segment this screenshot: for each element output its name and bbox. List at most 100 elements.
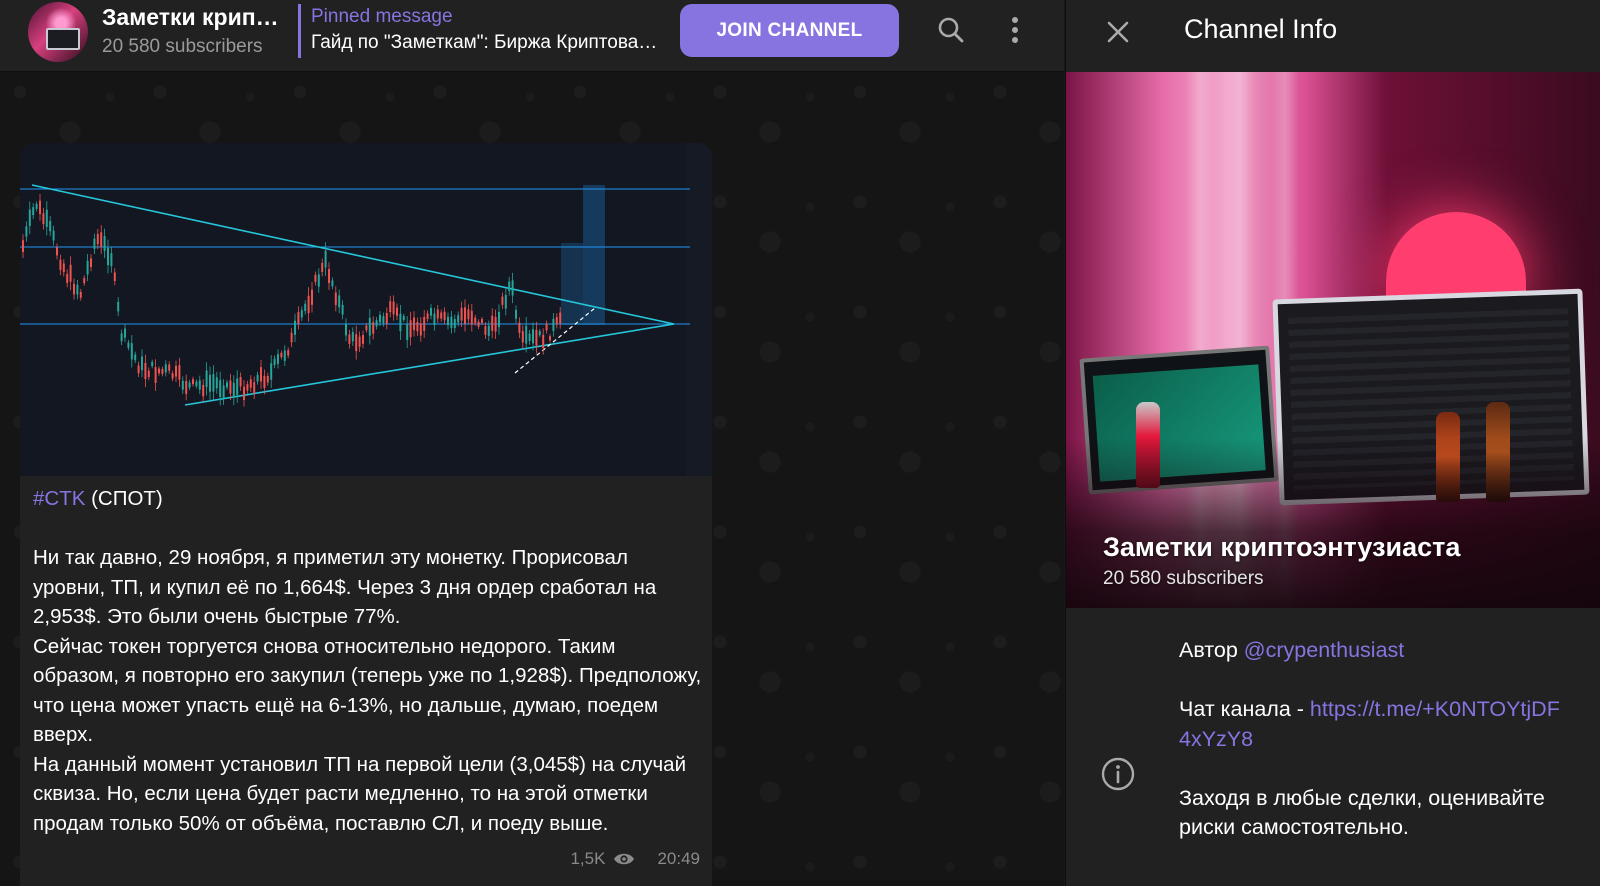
close-info-button[interactable] xyxy=(1098,12,1138,52)
more-vertical-icon xyxy=(1012,17,1018,43)
chart-candle-body xyxy=(555,317,558,325)
chart-candle-body xyxy=(467,309,470,320)
chart-candle-body xyxy=(93,238,96,249)
chart-candle-body xyxy=(229,380,232,394)
more-button[interactable] xyxy=(995,10,1035,50)
chart-candle-body xyxy=(518,322,521,333)
chart-candle-body xyxy=(185,380,188,394)
close-icon xyxy=(1107,21,1129,43)
chart-candle-body xyxy=(178,365,181,380)
chart-candle-body xyxy=(341,305,344,315)
post-paragraph-3: На данный момент установил ТП на первой … xyxy=(33,752,687,835)
chart-candle-body xyxy=(110,253,113,267)
info-header: Channel Info xyxy=(1066,0,1600,72)
chart-candle-body xyxy=(73,283,75,295)
chart-candle-body xyxy=(474,317,477,324)
pinned-message[interactable]: Pinned message Гайд по "Заметкам": Биржа… xyxy=(298,4,668,58)
chart-candle-body xyxy=(345,324,347,336)
chart-candle-body xyxy=(348,334,351,344)
chart-candle-body xyxy=(39,200,41,214)
chart-candle-body xyxy=(76,284,79,295)
chart-candle-body xyxy=(402,315,405,320)
post-hashtag[interactable]: #CTK xyxy=(33,487,85,510)
chart-candle-body xyxy=(317,274,320,287)
chart-candle-body xyxy=(392,301,395,315)
chart-svg xyxy=(20,143,712,476)
cover-subscribers: 20 580 subscribers xyxy=(1103,568,1264,589)
chart-candle-body xyxy=(253,382,256,394)
chart-candle-body xyxy=(314,274,317,282)
chart-candle-body xyxy=(151,361,154,367)
post-chart-image[interactable] xyxy=(20,143,712,476)
chart-candle-body xyxy=(351,331,354,342)
chart-candle-body xyxy=(538,331,541,336)
channel-avatar[interactable] xyxy=(28,2,88,62)
info-icon xyxy=(1101,757,1135,791)
channel-title[interactable]: Заметки криптоэнтузиаста xyxy=(102,4,282,31)
chart-candle-body xyxy=(171,373,174,379)
chart-candle-body xyxy=(96,234,99,245)
chart-candle-body xyxy=(426,313,429,319)
chart-candle-body xyxy=(127,342,130,348)
chart-candle-body xyxy=(494,316,497,332)
chart-candle-body xyxy=(263,375,266,389)
chart-candle-body xyxy=(382,316,385,324)
chart-candle-body xyxy=(396,307,398,316)
chart-candle-body xyxy=(447,316,449,326)
post-time: 20:49 xyxy=(657,849,700,868)
chart-candle-body xyxy=(481,318,483,323)
chart-candle-body xyxy=(304,303,307,311)
chart-candle-body xyxy=(100,232,103,247)
chart-candle-body xyxy=(430,307,432,316)
chart-candle-body xyxy=(161,368,164,374)
chart-candle-body xyxy=(334,292,337,306)
chart-candle-body xyxy=(113,272,116,282)
chart-candle-body xyxy=(504,294,507,309)
chart-candle-body xyxy=(324,250,327,268)
post-views: 1,5K xyxy=(570,849,606,868)
chart-candle-body xyxy=(321,262,324,272)
chart-candle-body xyxy=(368,317,371,336)
chart-candle-body xyxy=(528,333,531,342)
search-button[interactable] xyxy=(931,10,971,50)
chart-target-box-1 xyxy=(583,185,605,325)
chart-candle-body xyxy=(399,313,402,332)
chart-candle-body xyxy=(307,295,310,314)
chart-candle-body xyxy=(195,381,198,387)
chart-candle-body xyxy=(287,350,290,356)
chart-candle-body xyxy=(215,377,218,389)
channel-post: #CTK (СПОТ) Ни так давно, 29 ноября, я п… xyxy=(20,143,712,886)
chart-candle-body xyxy=(249,379,252,388)
chart-candle-body xyxy=(243,386,245,400)
chart-candle-body xyxy=(372,322,375,334)
chart-candle-body xyxy=(212,374,215,392)
chart-candle-body xyxy=(56,247,58,256)
channel-info-panel: Channel Info Заметки криптоэнтузиаста 20… xyxy=(1065,0,1600,886)
chart-candle-body xyxy=(365,325,368,331)
chart-candle-body xyxy=(294,320,296,335)
chart-candle-body xyxy=(453,319,456,329)
join-channel-button[interactable]: JOIN CHANNEL xyxy=(680,4,899,57)
chart-candle-body xyxy=(328,269,330,284)
chart-lower-trendline xyxy=(184,323,675,406)
chart-candle-body xyxy=(260,367,262,382)
chart-candle-body xyxy=(103,236,106,251)
chart-candle-body xyxy=(290,332,293,343)
chart-candle-body xyxy=(477,321,480,327)
post-meta: 1,5K 20:49 xyxy=(570,849,700,869)
channel-subscribers: 20 580 subscribers xyxy=(102,36,263,57)
channel-cover-photo[interactable]: Заметки криптоэнтузиаста 20 580 subscrib… xyxy=(1066,72,1600,608)
chart-candle-body xyxy=(62,263,65,273)
telegram-app: Заметки криптоэнтузиаста 20 580 subscrib… xyxy=(0,0,1600,886)
chart-candle-body xyxy=(532,329,534,344)
chart-candle-body xyxy=(147,370,150,378)
chart-candle-body xyxy=(130,343,133,360)
chart-candle-body xyxy=(141,356,143,371)
author-handle-link[interactable]: @crypenthusiast xyxy=(1244,638,1404,662)
chart-candle-body xyxy=(464,307,466,324)
chart-candle-body xyxy=(69,264,72,282)
chart-candle-body xyxy=(436,309,439,319)
chart-candle-body xyxy=(239,377,242,387)
chart-candle-body xyxy=(256,374,259,382)
post-text: #CTK (СПОТ) Ни так давно, 29 ноября, я п… xyxy=(33,484,703,838)
